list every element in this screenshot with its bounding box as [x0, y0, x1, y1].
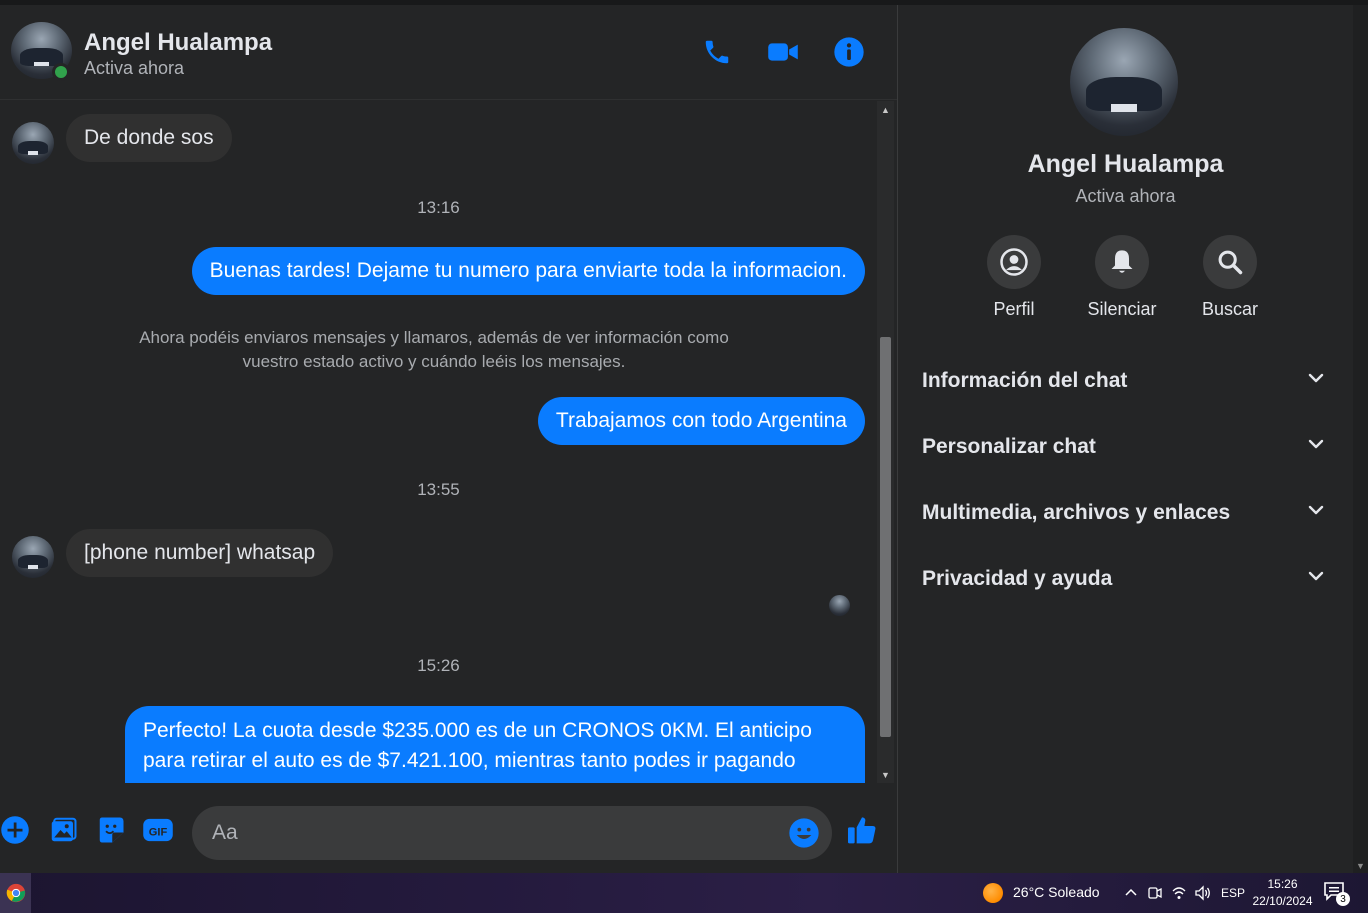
message-list[interactable]: De donde sos 13:16 Buenas tardes! Dejame… — [0, 101, 877, 783]
volume-icon[interactable] — [1193, 883, 1213, 903]
wifi-icon[interactable] — [1170, 883, 1188, 903]
section-label: Privacidad y ayuda — [922, 567, 1113, 590]
profile-icon — [987, 235, 1041, 289]
system-note-line: Ahora podéis enviaros mensajes y llamaro… — [139, 328, 729, 347]
message-incoming[interactable]: [phone number] whatsap — [66, 529, 334, 577]
section-label: Información del chat — [922, 369, 1128, 392]
info-icon[interactable] — [832, 35, 866, 69]
thumbs-up-icon[interactable] — [846, 814, 878, 846]
message-incoming[interactable]: De donde sos — [66, 114, 232, 162]
contact-status: Activa ahora — [84, 58, 185, 78]
notification-count-badge: 3 — [1336, 892, 1350, 906]
system-note: Ahora podéis enviaros mensajes y llamaro… — [100, 326, 768, 374]
emoji-icon[interactable] — [788, 817, 820, 849]
section-label: Multimedia, archivos y enlaces — [922, 501, 1231, 524]
message-line: para retirar el auto es de $7.421.100, m… — [143, 749, 796, 772]
conversation-info-panel: Angel Hualampa Activa ahora Perfil Silen… — [898, 5, 1353, 873]
meet-icon[interactable] — [1146, 883, 1164, 903]
search-button[interactable]: Buscar — [1180, 235, 1280, 320]
panel-contact-avatar[interactable] — [1070, 28, 1178, 136]
gif-icon[interactable]: GIF — [142, 814, 174, 846]
windows-taskbar: 26°C Soleado ESP 15:26 22/10/2024 3 — [0, 873, 1368, 913]
video-camera-icon[interactable] — [766, 35, 800, 69]
panel-contact-name: Angel Hualampa — [1027, 150, 1224, 178]
section-privacy-help[interactable]: Privacidad y ayuda — [914, 552, 1334, 606]
search-icon — [1203, 235, 1257, 289]
chat-pane: Angel Hualampa Activa ahora De donde sos… — [0, 5, 897, 873]
search-label: Buscar — [1201, 299, 1259, 319]
system-note-line: vuestro estado activo y cuándo leéis los… — [242, 352, 626, 371]
message-line: Perfecto! La cuota desde $235.000 es de … — [143, 719, 812, 742]
message-outgoing[interactable]: Buenas tardes! Dejame tu numero para env… — [191, 247, 865, 295]
svg-text:GIF: GIF — [149, 827, 168, 839]
photo-icon[interactable] — [47, 814, 79, 846]
chrome-icon[interactable] — [0, 873, 31, 913]
profile-button[interactable]: Perfil — [964, 235, 1064, 320]
message-timestamp: 13:16 — [417, 198, 460, 217]
bell-icon — [1095, 235, 1149, 289]
panel-contact-status: Activa ahora — [1075, 186, 1176, 206]
message-line: … — [143, 776, 847, 783]
chevron-down-icon — [1306, 434, 1326, 460]
plus-icon[interactable] — [0, 814, 31, 846]
scroll-down-arrow-icon[interactable]: ▼ — [877, 766, 894, 783]
scroll-down-arrow-icon[interactable]: ▼ — [1353, 858, 1368, 873]
chevron-down-icon — [1306, 500, 1326, 526]
chat-header: Angel Hualampa Activa ahora — [0, 5, 897, 100]
panel-scrollbar[interactable]: ▼ — [1353, 5, 1368, 873]
contact-name[interactable]: Angel Hualampa — [84, 29, 272, 57]
sender-avatar[interactable] — [12, 122, 54, 164]
mute-label: Silenciar — [1087, 299, 1157, 319]
phone-icon[interactable] — [700, 35, 734, 69]
sun-icon[interactable] — [983, 883, 1003, 903]
mute-button[interactable]: Silenciar — [1072, 235, 1172, 320]
chevron-down-icon — [1306, 566, 1326, 592]
scroll-up-arrow-icon[interactable]: ▲ — [877, 101, 894, 118]
profile-label: Perfil — [993, 299, 1035, 319]
section-label: Personalizar chat — [922, 435, 1096, 458]
chevron-down-icon — [1306, 368, 1326, 394]
message-timestamp: 13:55 — [417, 480, 460, 499]
message-outgoing[interactable]: Perfecto! La cuota desde $235.000 es de … — [125, 706, 865, 783]
read-receipt-avatar — [829, 595, 850, 616]
message-outgoing[interactable]: Trabajamos con todo Argentina — [537, 397, 865, 445]
message-input-container[interactable] — [192, 806, 832, 860]
section-customize-chat[interactable]: Personalizar chat — [914, 420, 1334, 474]
messenger-window: Angel Hualampa Activa ahora De donde sos… — [0, 0, 1368, 873]
message-input[interactable] — [210, 806, 770, 860]
message-timestamp: 15:26 — [417, 656, 460, 675]
sticker-icon[interactable] — [95, 814, 127, 846]
clock-date[interactable]: 22/10/2024 — [1250, 894, 1315, 908]
language-indicator[interactable]: ESP — [1219, 883, 1247, 903]
message-scrollbar[interactable]: ▲ ▼ — [877, 101, 894, 783]
weather-text[interactable]: 26°C Soleado — [1013, 884, 1100, 900]
section-media-files-links[interactable]: Multimedia, archivos y enlaces — [914, 486, 1334, 540]
section-chat-info[interactable]: Información del chat — [914, 354, 1334, 408]
scroll-thumb[interactable] — [880, 337, 891, 737]
online-indicator — [52, 63, 70, 81]
clock-time[interactable]: 15:26 — [1250, 877, 1315, 891]
sender-avatar[interactable] — [12, 536, 54, 578]
message-composer: GIF — [0, 783, 897, 873]
chevron-up-icon[interactable] — [1122, 883, 1140, 903]
